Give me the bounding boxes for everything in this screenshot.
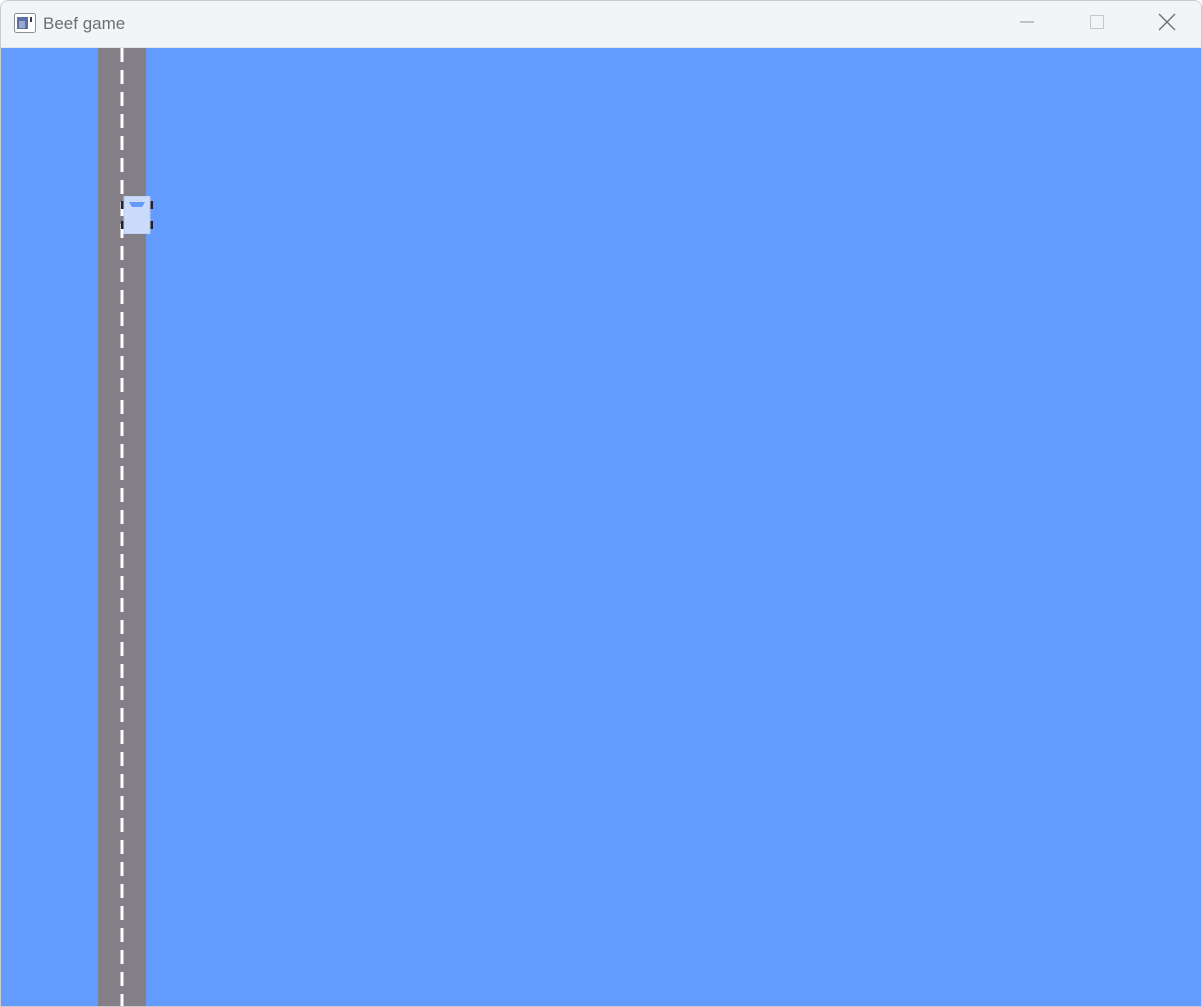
player-car bbox=[121, 196, 153, 234]
window-title: Beef game bbox=[43, 14, 126, 33]
minimize-button[interactable] bbox=[992, 1, 1062, 47]
maximize-button[interactable] bbox=[1062, 1, 1132, 47]
minimize-icon bbox=[1019, 14, 1035, 35]
title-bar[interactable]: Beef game bbox=[1, 1, 1201, 48]
road bbox=[98, 48, 146, 1006]
maximize-icon bbox=[1089, 14, 1105, 35]
close-button[interactable] bbox=[1132, 1, 1201, 47]
game-window: Beef game bbox=[0, 0, 1202, 1007]
close-icon bbox=[1158, 13, 1176, 36]
app-icon bbox=[14, 13, 36, 33]
game-canvas[interactable] bbox=[1, 48, 1201, 1006]
lane-divider bbox=[120, 48, 124, 1006]
